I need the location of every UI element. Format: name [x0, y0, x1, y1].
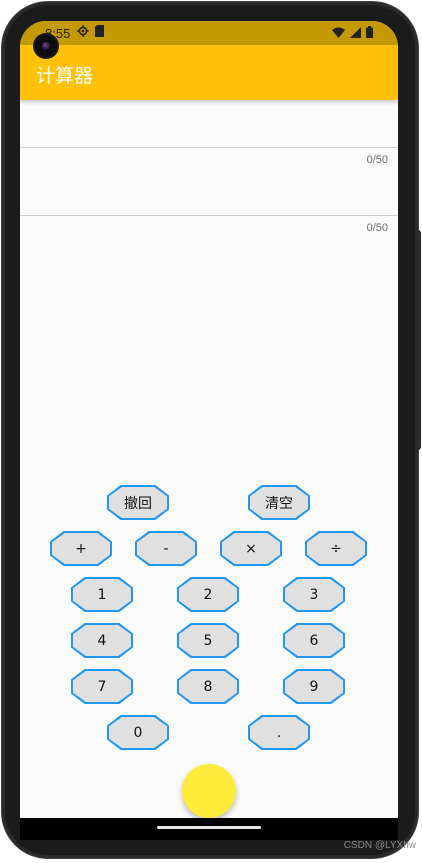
front-camera [35, 35, 57, 57]
digit-2-button[interactable]: 2 [177, 577, 239, 612]
dot-button[interactable]: . [248, 715, 310, 750]
floating-action-button[interactable] [182, 764, 236, 818]
clear-button-label: 清空 [250, 487, 308, 518]
digit-1-label: 1 [73, 579, 131, 610]
home-gesture-handle[interactable] [157, 826, 261, 829]
digit-8-label: 8 [179, 671, 237, 702]
minus-button-label: - [137, 533, 195, 564]
screen: 8:55 计算器 0/50 0/50 撤回 清空 + - × ÷ 1 2 3 4… [20, 21, 398, 818]
settings-gear-icon [77, 25, 89, 40]
undo-button-label: 撤回 [109, 487, 167, 518]
multiply-button-label: × [222, 533, 280, 564]
digit-8-button[interactable]: 8 [177, 669, 239, 704]
digit-5-button[interactable]: 5 [177, 623, 239, 658]
digit-7-label: 7 [73, 671, 131, 702]
watermark: CSDN @LYXhw [343, 840, 416, 851]
plus-button[interactable]: + [50, 531, 112, 566]
wifi-icon [332, 27, 345, 41]
result-counter: 0/50 [366, 222, 388, 234]
digit-7-button[interactable]: 7 [71, 669, 133, 704]
minus-button[interactable]: - [135, 531, 197, 566]
plus-button-label: + [52, 533, 110, 564]
app-bar: 计算器 [20, 45, 398, 100]
status-right-icons [332, 26, 373, 41]
expression-counter: 0/50 [366, 154, 388, 166]
navigation-bar [20, 818, 398, 840]
digit-6-button[interactable]: 6 [283, 623, 345, 658]
divide-button[interactable]: ÷ [305, 531, 367, 566]
digit-4-button[interactable]: 4 [71, 623, 133, 658]
cellular-signal-icon [350, 26, 361, 41]
power-button [417, 230, 421, 450]
digit-2-label: 2 [179, 579, 237, 610]
divide-button-label: ÷ [307, 533, 365, 564]
result-field[interactable] [20, 168, 398, 216]
status-left-icons [77, 25, 104, 40]
device: 8:55 计算器 0/50 0/50 撤回 清空 + - × ÷ 1 2 3 4… [0, 0, 422, 863]
digit-9-label: 9 [285, 671, 343, 702]
digit-9-button[interactable]: 9 [283, 669, 345, 704]
battery-icon [366, 26, 373, 41]
digit-3-button[interactable]: 3 [283, 577, 345, 612]
digit-6-label: 6 [285, 625, 343, 656]
status-bar: 8:55 [20, 21, 398, 45]
clear-button[interactable]: 清空 [248, 485, 310, 520]
app-title: 计算器 [36, 65, 94, 87]
digit-4-label: 4 [73, 625, 131, 656]
undo-button[interactable]: 撤回 [107, 485, 169, 520]
digit-3-label: 3 [285, 579, 343, 610]
multiply-button[interactable]: × [220, 531, 282, 566]
digit-0-button[interactable]: 0 [107, 715, 169, 750]
dot-button-label: . [250, 717, 308, 748]
expression-field[interactable] [20, 100, 398, 148]
digit-0-label: 0 [109, 717, 167, 748]
digit-1-button[interactable]: 1 [71, 577, 133, 612]
digit-5-label: 5 [179, 625, 237, 656]
sd-card-icon [95, 25, 104, 40]
